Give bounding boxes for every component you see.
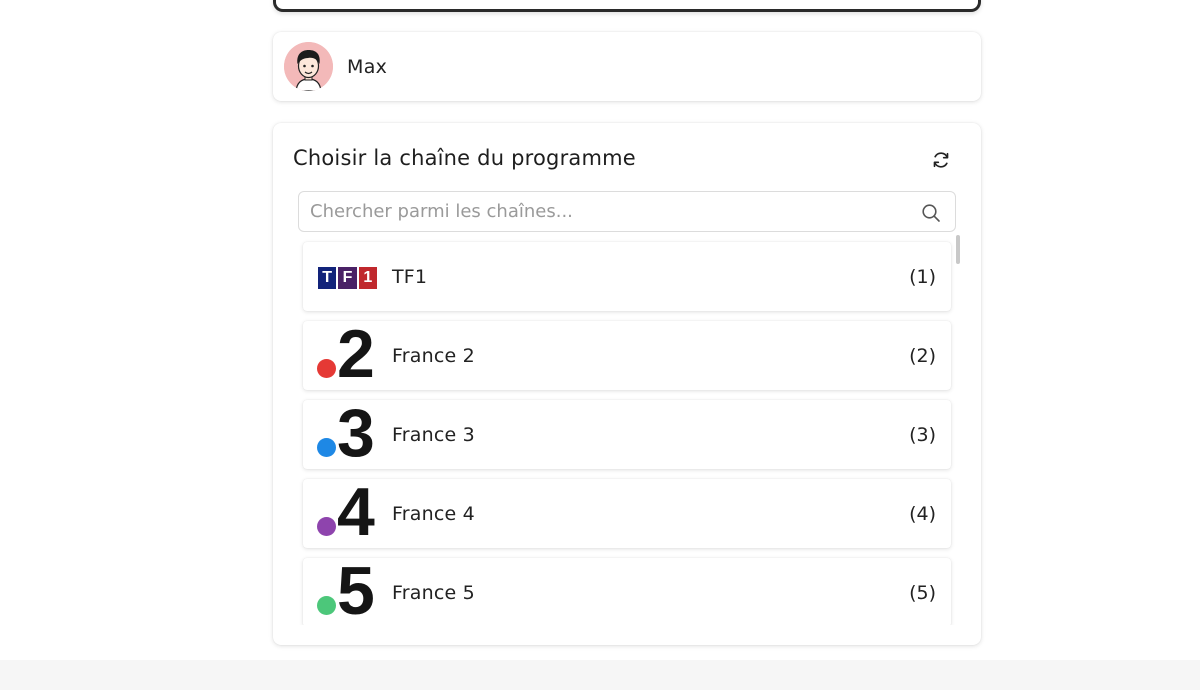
channel-number: (1) (909, 265, 936, 288)
channel-item-france-4[interactable]: 4 France 4 (4) (303, 478, 951, 548)
avatar (284, 42, 333, 91)
logo-digit: 3 (337, 394, 375, 471)
channel-name: France 4 (392, 502, 475, 525)
channel-item-france-3[interactable]: 3 France 3 (3) (303, 399, 951, 469)
channel-name: France 2 (392, 344, 475, 367)
logo-digit: 5 (337, 552, 375, 625)
user-card[interactable]: Max (273, 32, 981, 101)
channel-list: T F 1 TF1 (1) 2 France 2 (2) 3 France 3 … (273, 239, 981, 625)
channel-number: (3) (909, 423, 936, 446)
avatar-illustration-icon (284, 42, 333, 91)
channel-number: (2) (909, 344, 936, 367)
refresh-button[interactable] (929, 148, 953, 172)
channel-search-input[interactable] (299, 192, 955, 231)
logo-dot (317, 516, 336, 536)
channel-item-france-2[interactable]: 2 France 2 (2) (303, 320, 951, 390)
channel-number: (4) (909, 502, 936, 525)
france-5-logo-icon: 5 (317, 557, 379, 625)
france-4-logo-icon: 4 (317, 478, 379, 546)
channel-item-france-5[interactable]: 5 France 5 (5) (303, 557, 951, 625)
channel-item-tf1[interactable]: T F 1 TF1 (1) (303, 242, 951, 311)
logo-dot (317, 595, 336, 615)
logo-digit: 2 (337, 315, 375, 392)
channel-picker-card: Choisir la chaîne du programme T F 1 (273, 123, 981, 645)
channel-search-box (298, 191, 956, 232)
tf1-logo-letter: F (338, 266, 357, 289)
france-2-logo-icon: 2 (317, 320, 379, 388)
search-icon[interactable] (921, 203, 941, 223)
tf1-logo-letter: T (318, 266, 337, 289)
page-footer-band (0, 660, 1200, 690)
logo-digit: 4 (337, 473, 375, 550)
refresh-icon (933, 152, 949, 168)
tf1-logo-icon: T F 1 (317, 247, 379, 307)
logo-dot (317, 358, 336, 378)
previous-card (273, 0, 981, 12)
channel-number: (5) (909, 581, 936, 604)
channel-picker-title: Choisir la chaîne du programme (293, 146, 636, 170)
channel-name: France 5 (392, 581, 475, 604)
user-name: Max (347, 55, 388, 78)
logo-dot (317, 437, 336, 457)
tf1-logo-letter: 1 (358, 266, 377, 289)
france-3-logo-icon: 3 (317, 399, 379, 467)
channel-name: France 3 (392, 423, 475, 446)
channel-name: TF1 (392, 265, 428, 288)
